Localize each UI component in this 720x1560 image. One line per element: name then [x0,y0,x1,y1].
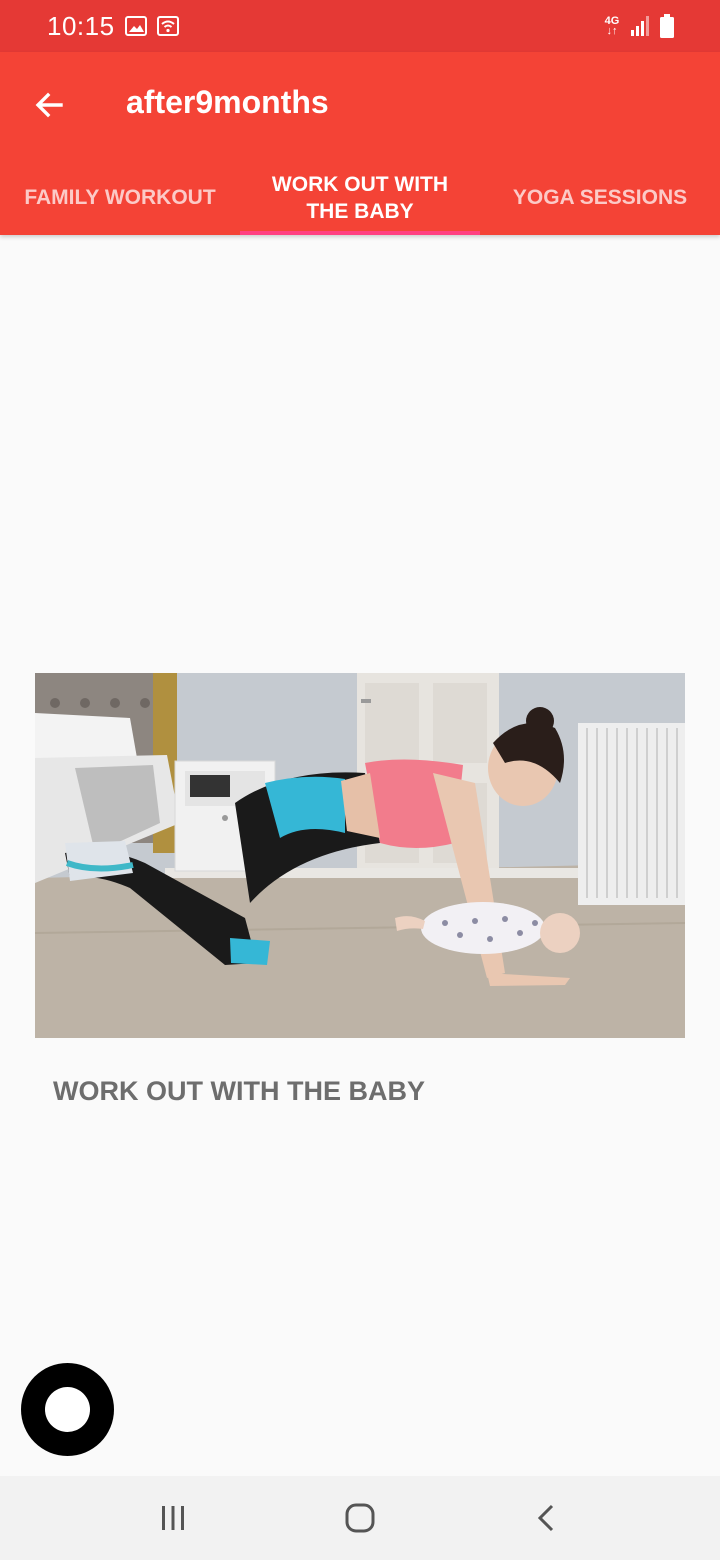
system-nav-bar [0,1476,720,1560]
home-icon [345,1503,375,1533]
tab-work-out-with-the-baby[interactable]: WORK OUT WITH THE BABY [240,160,480,235]
tab-yoga-sessions[interactable]: YOGA SESSIONS [480,160,720,235]
tab-label: YOGA SESSIONS [512,186,688,209]
recent-apps-icon [162,1506,184,1530]
workout-photo [35,673,685,1038]
video-title: WORK OUT WITH THE BABY [53,1076,425,1106]
status-bar: 10:15 4G ↓↑ [0,0,720,52]
tab-label: WORK OUT WITH THE BABY [271,172,449,223]
record-button[interactable] [21,1363,114,1456]
battery-icon [660,14,674,38]
status-time: 10:15 [47,11,115,41]
back-button[interactable] [28,84,70,126]
tab-label: FAMILY WORKOUT [24,186,216,209]
tab-family-workout[interactable]: FAMILY WORKOUT [0,160,240,235]
record-icon [45,1387,90,1432]
home-button[interactable] [332,1494,388,1542]
arrow-left-icon [35,92,63,118]
tab-indicator [240,231,480,235]
app-bar: after9months FAMILY WORKOUT WORK OUT WIT… [0,52,720,235]
image-icon [125,16,147,36]
recent-apps-button[interactable] [145,1494,201,1542]
tab-bar: FAMILY WORKOUT WORK OUT WITH THE BABY YO… [0,160,720,235]
wifi-icon [157,16,179,36]
video-thumbnail[interactable] [35,673,685,1038]
app-title: after9months [126,84,329,120]
back-icon [537,1504,554,1532]
network-type: 4G ↓↑ [604,15,620,37]
signal-icon [631,16,649,36]
nav-back-button[interactable] [519,1494,575,1542]
